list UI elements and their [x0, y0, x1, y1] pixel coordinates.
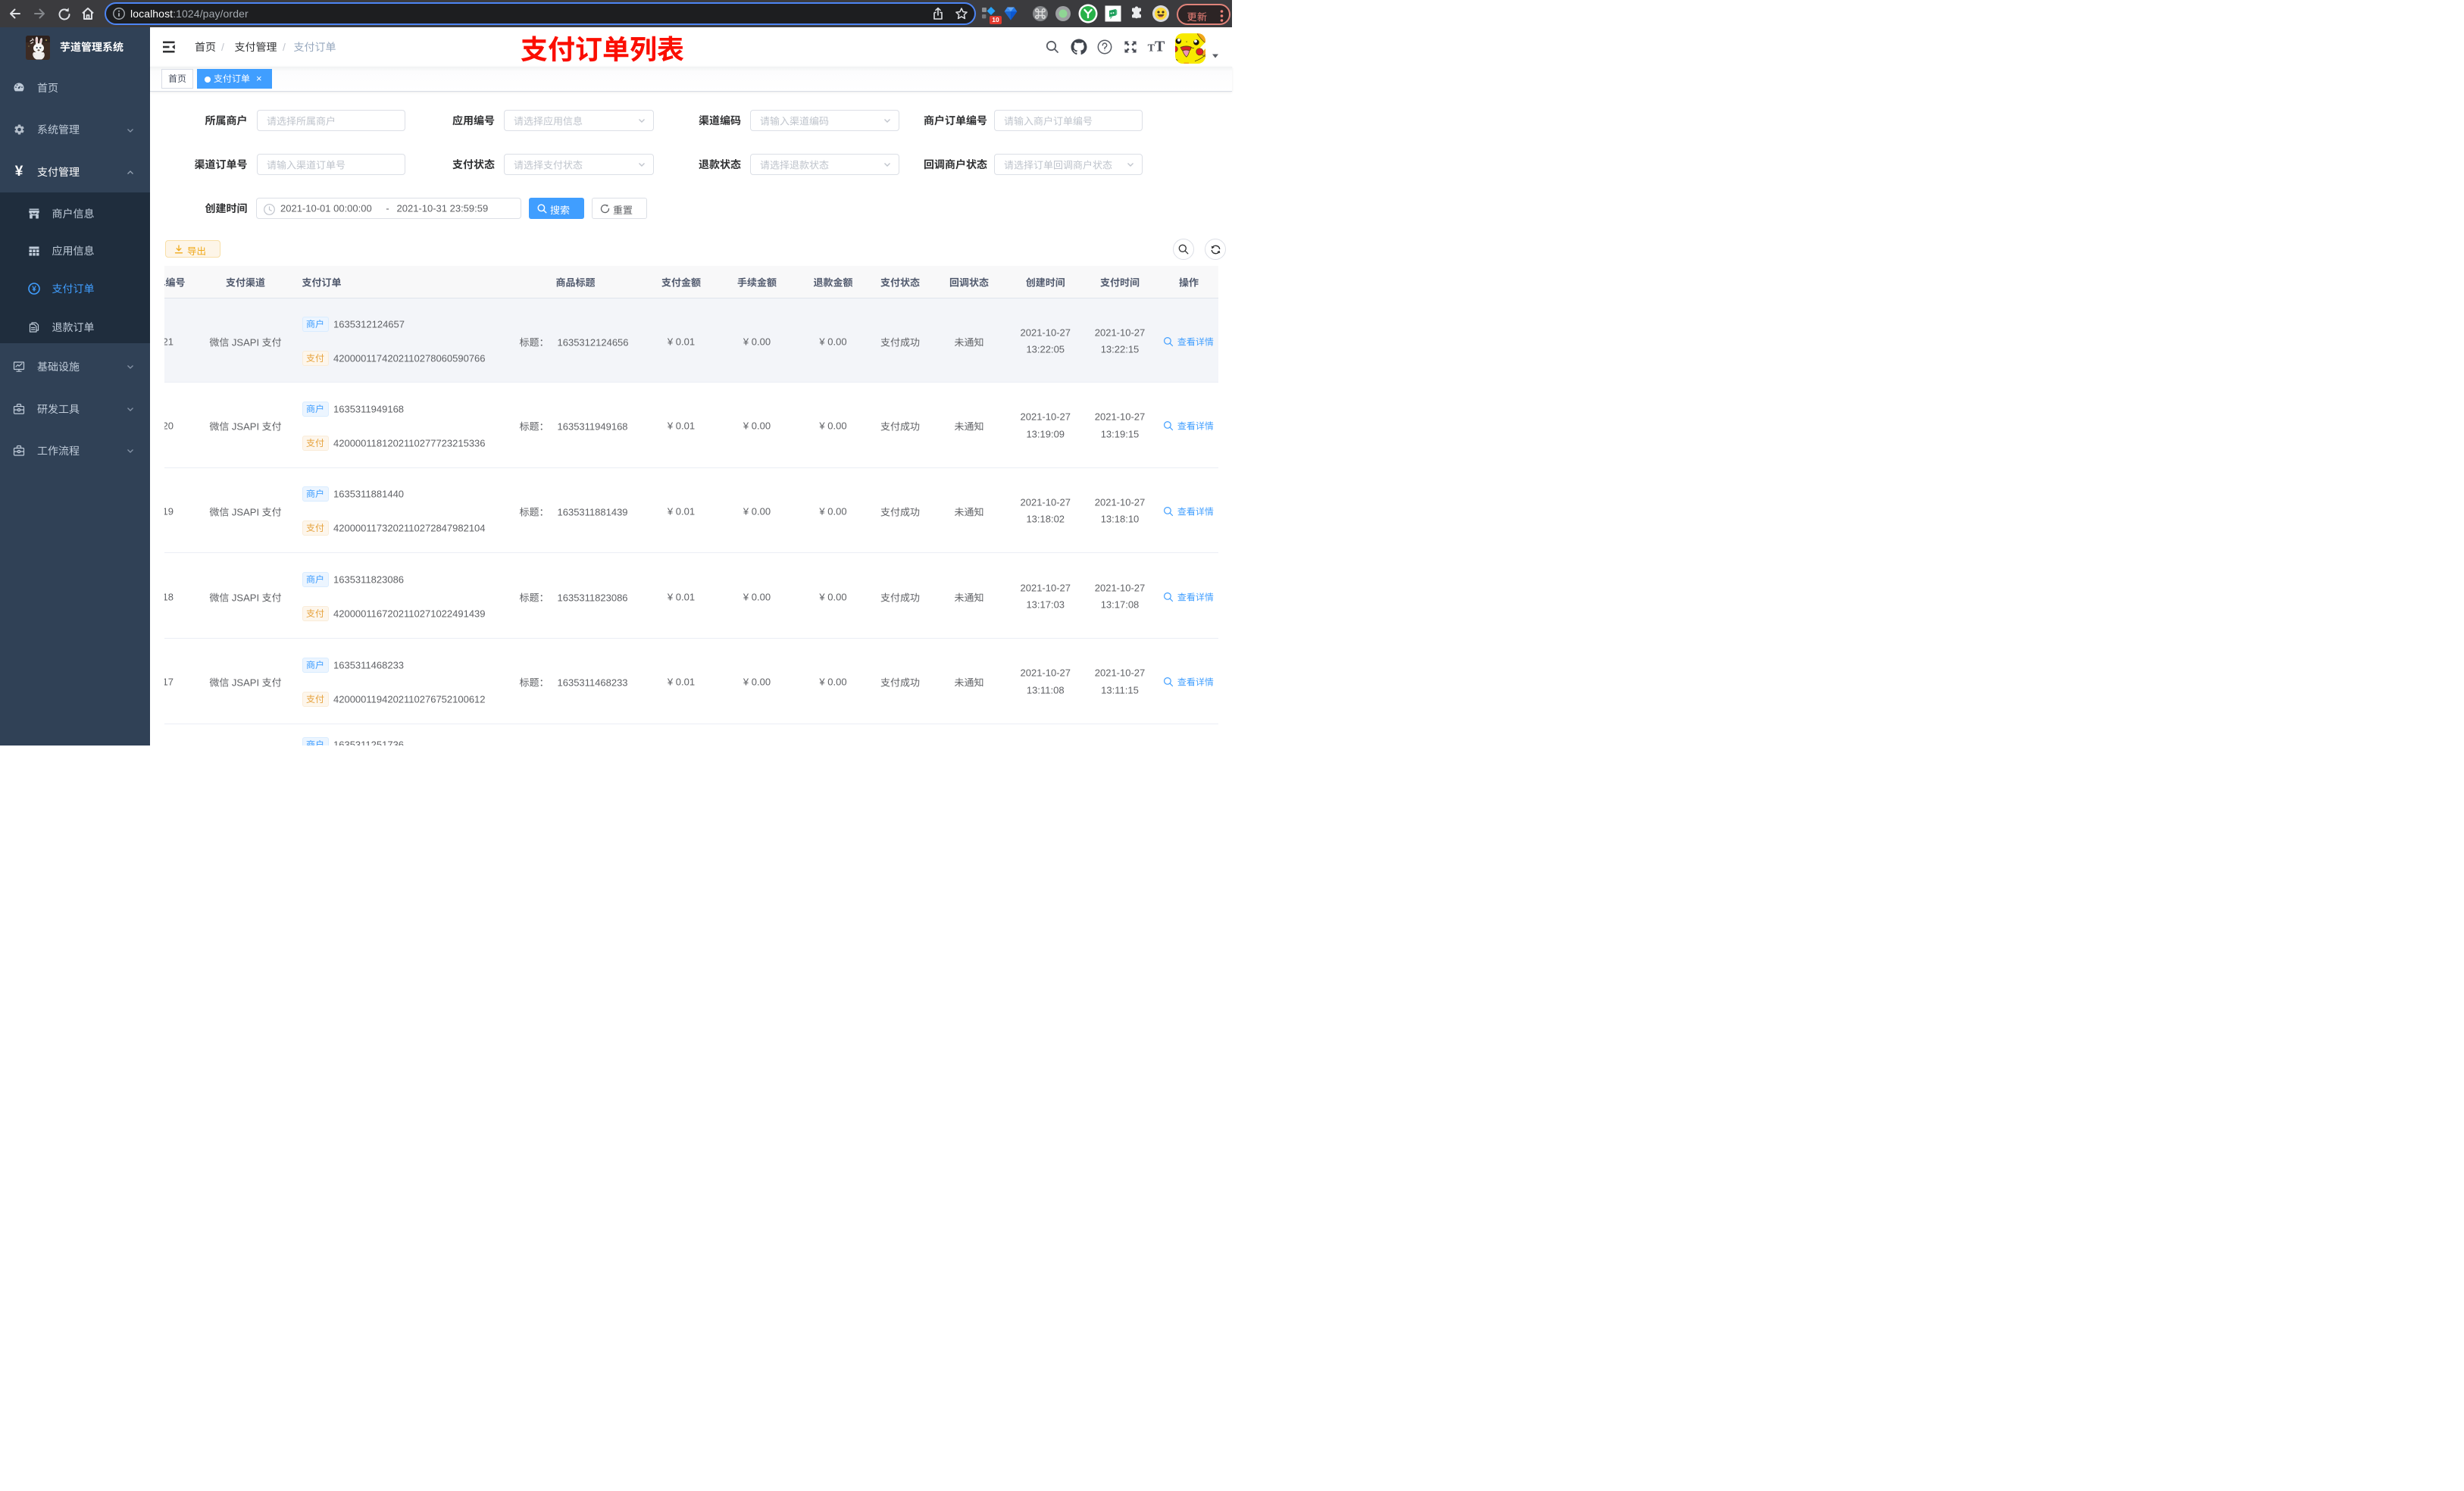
svg-text:¥: ¥: [32, 285, 36, 293]
